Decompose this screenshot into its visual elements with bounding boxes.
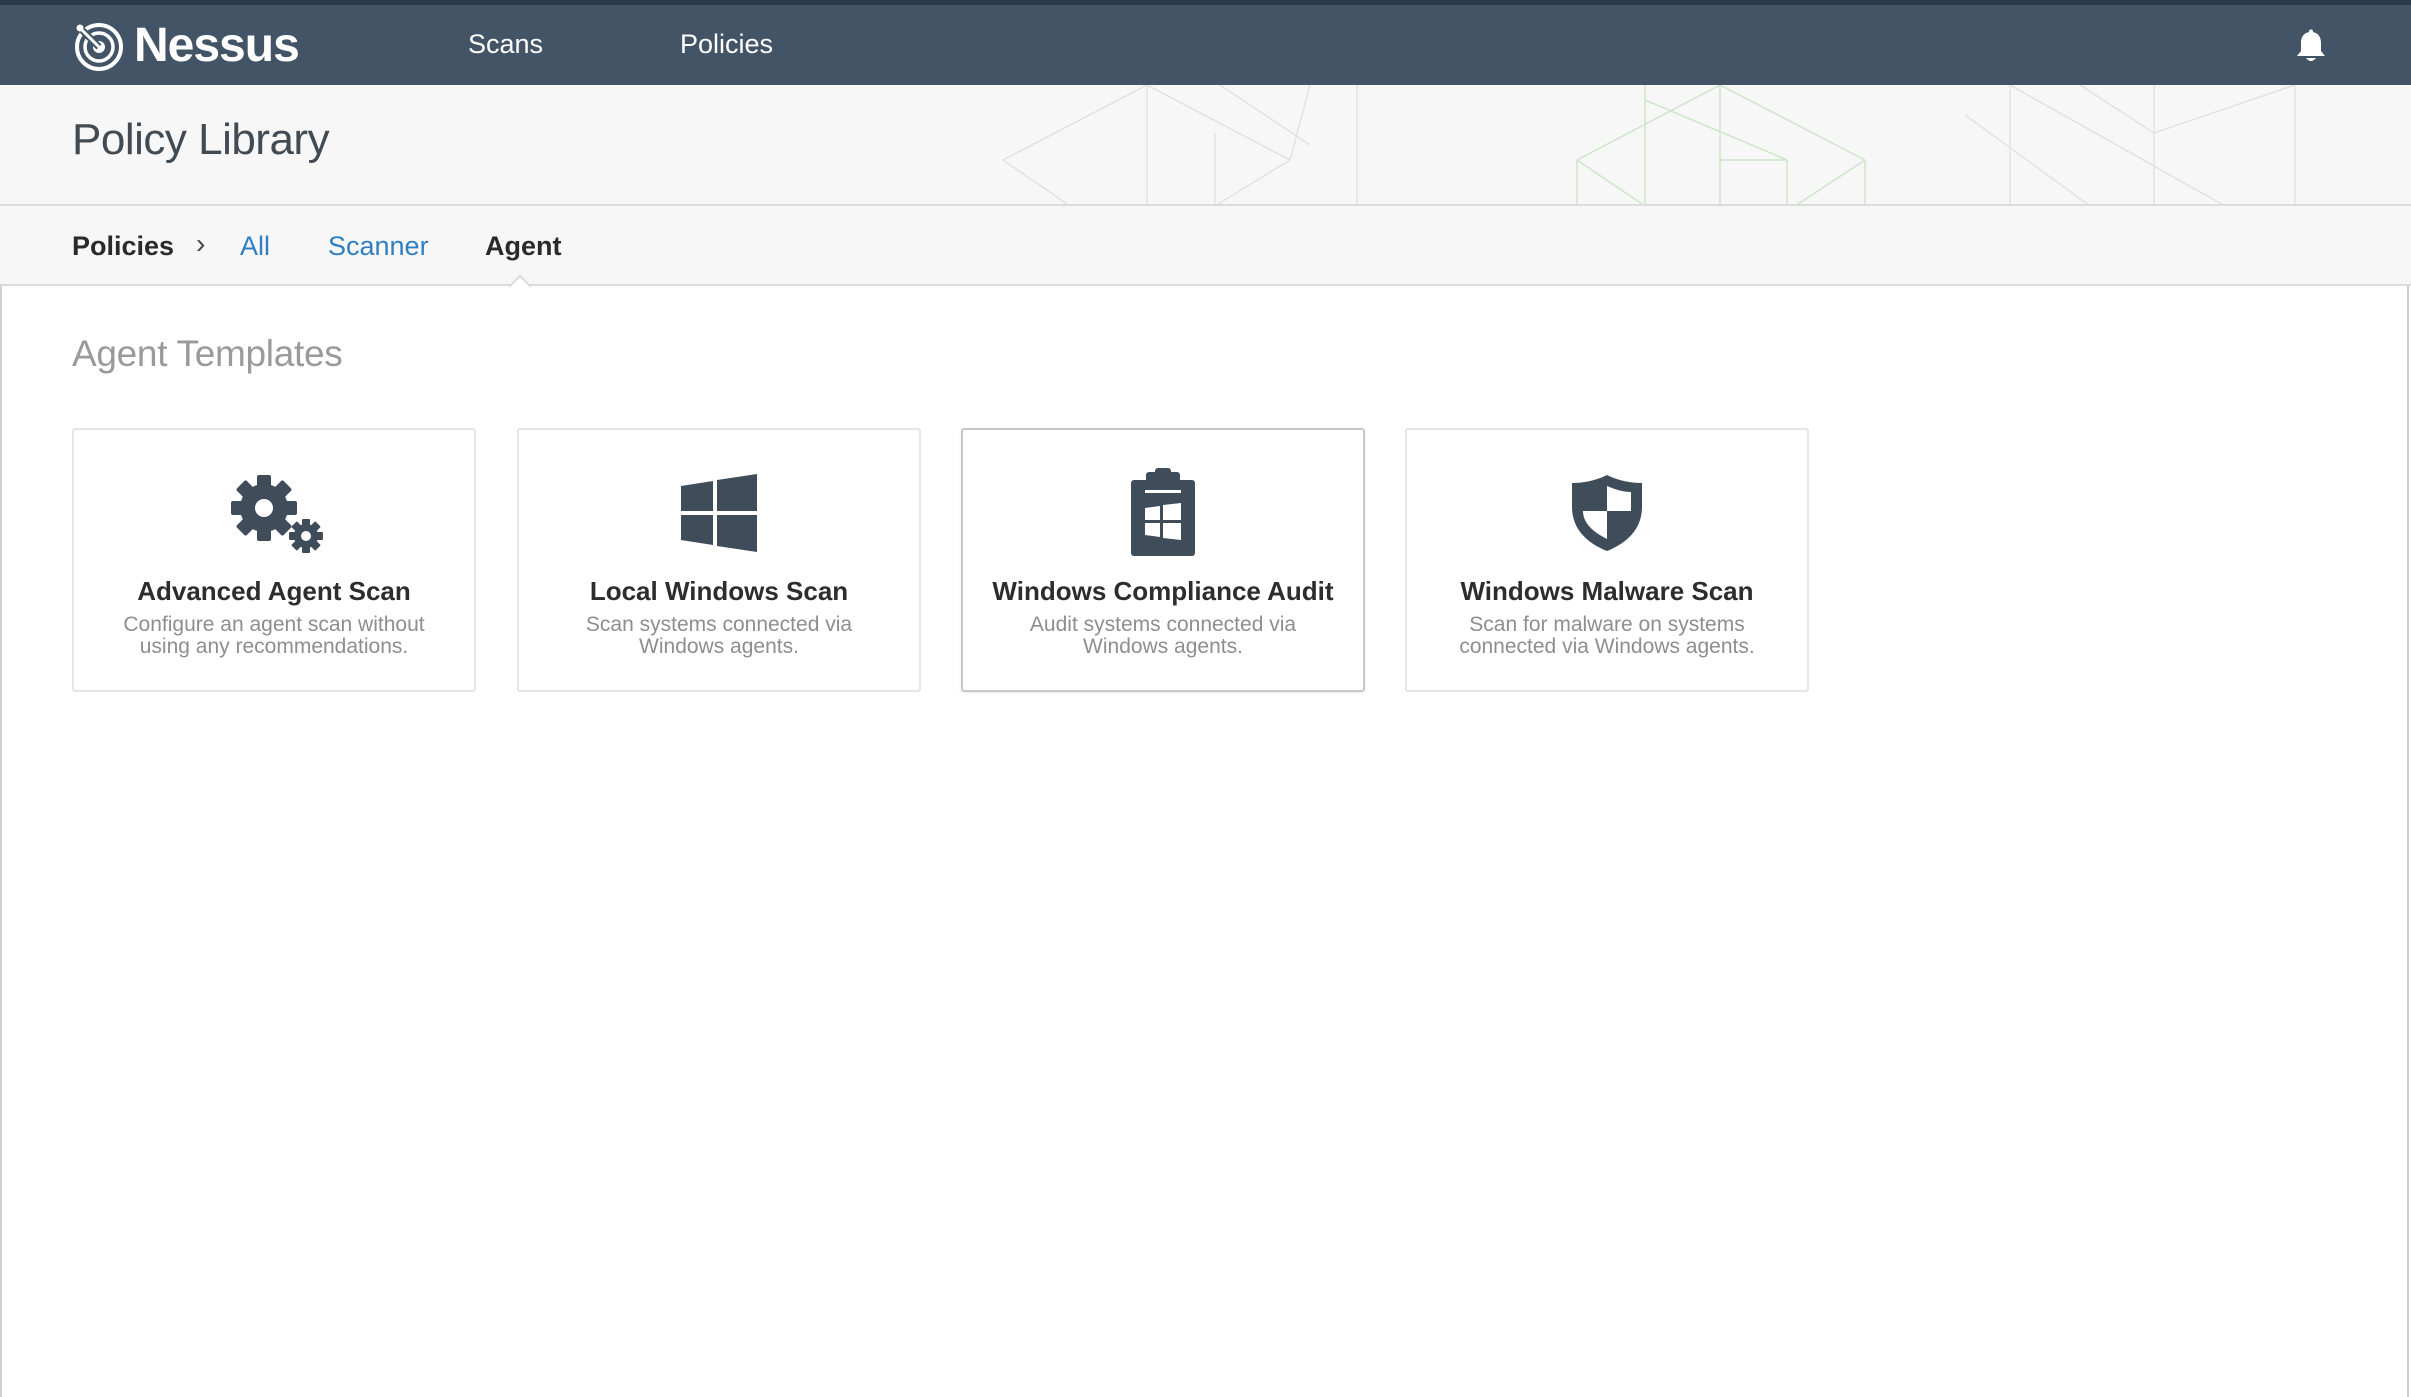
card-description: Configure an agent scan without using an… bbox=[94, 614, 454, 658]
card-description-line: connected via Windows agents. bbox=[1459, 635, 1755, 658]
clipboard-windows-icon bbox=[1131, 468, 1195, 556]
app-name: Nessus bbox=[134, 18, 300, 72]
template-card-local-windows-scan[interactable]: Local Windows Scan Scan systems connecte… bbox=[517, 428, 921, 692]
top-nav-bar: Nessus Scans Policies bbox=[0, 0, 2411, 85]
shield-icon bbox=[1572, 475, 1642, 551]
notifications-bell-icon[interactable] bbox=[2294, 29, 2328, 65]
template-card-advanced-agent-scan[interactable]: Advanced Agent Scan Configure an agent s… bbox=[72, 428, 476, 692]
card-description-line: Scan for malware on systems bbox=[1469, 613, 1745, 636]
template-card-windows-malware-scan[interactable]: Windows Malware Scan Scan for malware on… bbox=[1405, 428, 1809, 692]
nessus-logo-icon bbox=[75, 23, 123, 71]
card-description: Scan systems connected via Windows agent… bbox=[539, 614, 899, 658]
card-description-line: Windows agents. bbox=[639, 635, 799, 658]
card-description: Audit systems connected via Windows agen… bbox=[983, 614, 1343, 658]
gears-icon bbox=[231, 475, 323, 553]
card-description-line: using any recommendations. bbox=[139, 635, 409, 658]
tab-scanner[interactable]: Scanner bbox=[328, 231, 429, 262]
card-description-line: Configure an agent scan without bbox=[123, 613, 425, 636]
card-description: Scan for malware on systems connected vi… bbox=[1427, 614, 1787, 658]
tab-agent[interactable]: Agent bbox=[485, 231, 562, 262]
template-card-windows-compliance-audit[interactable]: Windows Compliance Audit Audit systems c… bbox=[961, 428, 1365, 692]
breadcrumb: Policies › All Scanner Agent bbox=[0, 206, 2411, 295]
nav-policies-link[interactable]: Policies bbox=[680, 29, 773, 60]
tab-all[interactable]: All bbox=[240, 231, 270, 262]
card-description-line: Audit systems connected via bbox=[1029, 613, 1297, 636]
breadcrumb-root: Policies bbox=[72, 231, 175, 261]
card-title: Advanced Agent Scan bbox=[137, 576, 411, 606]
chevron-right-icon: › bbox=[196, 228, 206, 259]
section-title: Agent Templates bbox=[72, 333, 343, 374]
card-title: Windows Compliance Audit bbox=[992, 576, 1334, 606]
windows-logo-icon bbox=[681, 474, 757, 552]
decorative-pattern bbox=[1002, 85, 2296, 204]
page-header: Policy Library bbox=[0, 85, 2411, 206]
card-description-line: Windows agents. bbox=[1083, 635, 1243, 658]
card-title: Local Windows Scan bbox=[589, 576, 849, 606]
card-description-line: Scan systems connected via bbox=[585, 613, 853, 636]
nav-scans-link[interactable]: Scans bbox=[468, 29, 543, 60]
active-tab-indicator bbox=[509, 274, 531, 295]
nessus-logo[interactable]: Nessus bbox=[72, 17, 300, 73]
card-title: Windows Malware Scan bbox=[1460, 576, 1754, 606]
page-title: Policy Library bbox=[72, 115, 330, 164]
